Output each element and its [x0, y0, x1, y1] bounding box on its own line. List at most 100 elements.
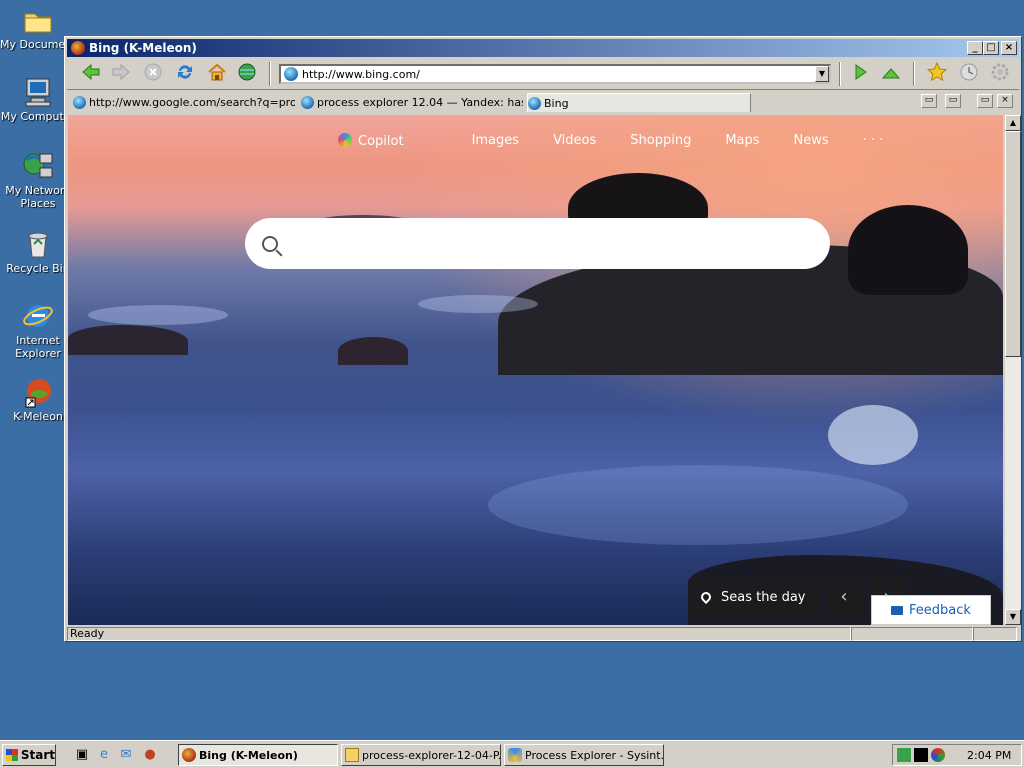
reload-icon	[175, 62, 195, 87]
scroll-thumb[interactable]	[1005, 131, 1021, 357]
search-input[interactable]	[286, 233, 830, 254]
back-button[interactable]	[79, 63, 103, 85]
nav-more[interactable]: · · ·	[863, 133, 884, 149]
recycle-bin-icon	[22, 228, 54, 260]
globe-icon	[237, 62, 257, 87]
scroll-down-button[interactable]: ▼	[1005, 609, 1021, 625]
task-process-explorer[interactable]: Process Explorer - Sysint...	[504, 744, 664, 766]
nav-copilot[interactable]: Copilot	[338, 133, 438, 149]
home-icon	[207, 63, 227, 86]
process-explorer-tray-icon[interactable]	[914, 748, 928, 762]
go-icon	[854, 63, 868, 85]
wave-foam	[418, 295, 538, 313]
start-button[interactable]: Start	[2, 744, 56, 766]
stop-button[interactable]	[141, 63, 165, 85]
rock-silhouette	[68, 325, 188, 355]
go-button[interactable]	[849, 63, 873, 85]
stop-icon	[144, 63, 162, 86]
nav-videos[interactable]: Videos	[553, 133, 596, 149]
status-resize-grip[interactable]	[973, 627, 1017, 641]
bing-top-nav: Copilot Images Videos Shopping Maps News…	[338, 133, 917, 149]
url-input[interactable]	[302, 67, 815, 81]
bookmarks-button[interactable]	[925, 61, 949, 87]
image-caption: Seas the day	[721, 589, 806, 605]
ie-icon	[22, 300, 54, 332]
tab-bar: http://www.google.com/search?q=pro... pr…	[67, 91, 1019, 113]
toolbar-separator	[839, 62, 841, 86]
previous-image-button[interactable]: ‹	[825, 577, 863, 617]
rock-silhouette	[338, 337, 408, 365]
ie-icon[interactable]: e	[96, 747, 112, 763]
desktop-icon-label-line2: Places	[20, 197, 56, 210]
reload-button[interactable]	[173, 63, 197, 85]
kmeleon-icon	[71, 41, 85, 55]
nav-shopping[interactable]: Shopping	[630, 133, 691, 149]
task-label: process-explorer-12-04-P...	[362, 748, 501, 762]
globe-button[interactable]	[235, 63, 259, 85]
url-dropdown-button[interactable]: ▼	[815, 66, 829, 82]
forward-button[interactable]	[109, 63, 133, 85]
tab-yandex-search[interactable]: process explorer 12.04 — Yandex: has...	[301, 93, 523, 111]
history-button[interactable]	[957, 63, 981, 85]
page-globe-icon	[284, 67, 298, 81]
kmeleon-icon[interactable]: ●	[142, 747, 158, 763]
url-bar[interactable]: ▼	[279, 64, 831, 84]
nav-maps[interactable]: Maps	[725, 133, 759, 149]
navigation-toolbar: ▼	[67, 59, 1019, 90]
tree-silhouette	[848, 205, 968, 295]
up-button[interactable]	[879, 63, 903, 85]
status-bar: Ready	[67, 627, 1019, 641]
kmeleon-icon	[182, 748, 196, 762]
desktop-icon-label: Recycle Bin	[6, 262, 70, 275]
desktop-icon-label: K-Meleon	[13, 410, 63, 423]
bookmark-star-icon	[926, 61, 948, 87]
search-box[interactable]	[245, 218, 830, 269]
security-tray-icon[interactable]	[931, 748, 945, 762]
up-icon	[881, 64, 901, 84]
globe-icon	[528, 96, 541, 110]
tab-google-search[interactable]: http://www.google.com/search?q=pro...	[73, 93, 295, 111]
location-pin-icon	[698, 589, 714, 605]
forward-icon	[111, 63, 131, 86]
vertical-scrollbar[interactable]: ▲ ▼	[1005, 115, 1021, 625]
home-button[interactable]	[205, 63, 229, 85]
tab-label: http://www.google.com/search?q=pro...	[89, 95, 295, 109]
maximize-button[interactable]: □	[983, 41, 999, 55]
tab-list-button[interactable]: ▭	[921, 94, 937, 108]
folder-icon	[345, 748, 359, 762]
task-process-explorer-folder[interactable]: process-explorer-12-04-P...	[341, 744, 501, 766]
network-tray-icon[interactable]	[897, 748, 911, 762]
desktop-icon-label: My Network	[5, 184, 71, 197]
browser-window: Bing (K-Meleon) _ □ × ▼ http://www.googl…	[64, 36, 1022, 642]
feedback-button[interactable]: Feedback	[871, 595, 991, 625]
close-tab-button[interactable]: ×	[997, 94, 1013, 108]
clock[interactable]: 2:04 PM	[967, 749, 1011, 762]
window-titlebar[interactable]: Bing (K-Meleon) _ □ ×	[67, 39, 1019, 57]
tab-restore-button[interactable]: ▭	[945, 94, 961, 108]
globe-icon	[73, 95, 86, 109]
status-text: Ready	[67, 627, 851, 641]
wave-foam	[828, 405, 918, 465]
tab-bing[interactable]: Bing	[527, 93, 751, 112]
minimize-button[interactable]: _	[967, 41, 983, 55]
desktop-icon-label-line2: Explorer	[15, 347, 61, 360]
process-explorer-icon	[508, 748, 522, 762]
outlook-icon[interactable]: ✉	[118, 747, 134, 763]
computer-icon	[22, 76, 54, 108]
task-bing-kmeleon[interactable]: Bing (K-Meleon)	[178, 744, 338, 766]
start-label: Start	[20, 748, 55, 762]
wave-foam	[488, 465, 908, 545]
image-info-button[interactable]: Seas the day	[689, 577, 820, 617]
search-icon	[262, 235, 278, 252]
feedback-label: Feedback	[909, 602, 971, 618]
tab-label: Bing	[544, 96, 569, 110]
nav-news[interactable]: News	[794, 133, 829, 149]
scroll-up-button[interactable]: ▲	[1005, 115, 1021, 131]
preferences-button[interactable]	[988, 63, 1012, 85]
new-tab-button[interactable]: ▭	[977, 94, 993, 108]
nav-images[interactable]: Images	[472, 133, 520, 149]
desktop-icon-label: Internet	[16, 334, 60, 347]
show-desktop-icon[interactable]: ▣	[74, 747, 90, 763]
close-button[interactable]: ×	[1001, 41, 1017, 55]
status-progress-panel	[851, 627, 973, 641]
